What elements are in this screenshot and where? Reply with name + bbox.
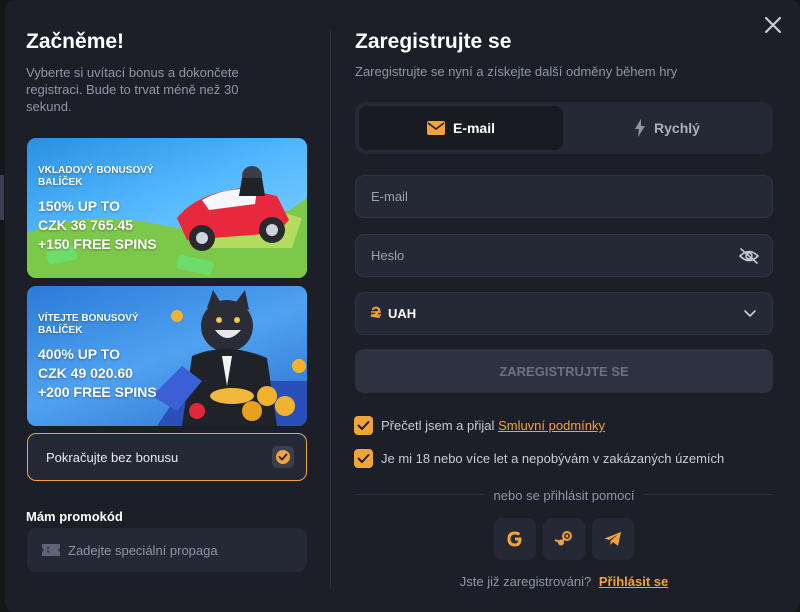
or-login-text: nebo se přihlásit pomocí bbox=[355, 488, 773, 503]
bonus-card-deposit[interactable]: VKLADOVÝ BONUSOVÝ BALÍČEK 150% UP TO CZK… bbox=[27, 138, 307, 278]
bonus-text-deposit: VKLADOVÝ BONUSOVÝ BALÍČEK 150% UP TO CZK… bbox=[38, 165, 178, 254]
bonus-spins: +200 FREE SPINS bbox=[38, 384, 157, 400]
register-method-tabs: E-mail Rychlý bbox=[355, 102, 773, 154]
lightning-icon bbox=[635, 119, 646, 137]
tab-email-label: E-mail bbox=[452, 120, 495, 136]
terms-link[interactable]: Smluvní podmínky bbox=[498, 418, 605, 433]
bonus-offer: 400% UP TO CZK 49 020.60 +200 FREE SPINS bbox=[38, 345, 178, 402]
telegram-icon bbox=[604, 532, 621, 546]
ticket-icon bbox=[42, 544, 60, 556]
bonus-label: VKLADOVÝ BONUSOVÝ BALÍČEK bbox=[38, 165, 154, 188]
promo-field bbox=[27, 528, 307, 572]
email-field bbox=[355, 175, 773, 218]
register-title: Zaregistrujte se bbox=[355, 30, 512, 53]
promo-title: Mám promokód bbox=[26, 509, 123, 524]
telegram-login-button[interactable] bbox=[592, 518, 634, 560]
currency-value: UAH bbox=[388, 306, 417, 321]
bonus-percent: 400% UP TO bbox=[38, 346, 120, 362]
backdrop bbox=[0, 175, 4, 220]
hryvnia-icon bbox=[370, 306, 381, 318]
bonus-panel: Začněme! Vyberte si uvítací bonus a doko… bbox=[5, 0, 330, 612]
registration-modal: Začněme! Vyberte si uvítací bonus a doko… bbox=[5, 0, 800, 612]
bonus-card-welcome[interactable]: VÍTEJTE BONUSOVÝ BALÍČEK 400% UP TO CZK … bbox=[27, 286, 307, 426]
bonus-panel-title: Začněme! bbox=[26, 30, 125, 53]
no-bonus-checkbox[interactable] bbox=[272, 446, 294, 468]
login-row: Jste již zaregistrováni? Přihlásit se bbox=[355, 574, 773, 589]
close-icon[interactable] bbox=[762, 14, 784, 36]
register-button[interactable]: ZAREGISTRUJTE SE bbox=[355, 349, 773, 393]
terms-prefix: Přečetl jsem a přijal bbox=[381, 418, 495, 433]
terms-checkbox[interactable] bbox=[354, 416, 373, 435]
bonus-text-welcome: VÍTEJTE BONUSOVÝ BALÍČEK 400% UP TO CZK … bbox=[38, 313, 178, 402]
bonus-offer: 150% UP TO CZK 36 765.45 +150 FREE SPINS bbox=[38, 197, 178, 254]
already-registered-text: Jste již zaregistrováni? bbox=[459, 574, 592, 589]
bonus-percent: 150% UP TO bbox=[38, 198, 120, 214]
check-icon bbox=[357, 421, 370, 430]
steam-icon bbox=[554, 531, 572, 546]
bonus-spins: +150 FREE SPINS bbox=[38, 236, 157, 252]
google-login-button[interactable] bbox=[494, 518, 536, 560]
promo-code-input[interactable] bbox=[68, 528, 298, 572]
or-login-label: nebo se přihlásit pomocí bbox=[483, 488, 645, 503]
bonus-label: VÍTEJTE BONUSOVÝ BALÍČEK bbox=[38, 313, 139, 336]
password-input[interactable] bbox=[371, 235, 731, 276]
tab-fast[interactable]: Rychlý bbox=[565, 106, 769, 150]
no-bonus-option[interactable]: Pokračujte bez bonusu bbox=[27, 433, 307, 481]
chevron-down-icon bbox=[744, 310, 756, 318]
login-link[interactable]: Přihlásit se bbox=[599, 574, 668, 589]
bonus-panel-description: Vyberte si uvítací bonus a dokončete reg… bbox=[26, 65, 239, 114]
tab-email[interactable]: E-mail bbox=[359, 106, 563, 150]
bonus-amount: CZK 49 020.60 bbox=[38, 365, 133, 381]
password-field bbox=[355, 234, 773, 277]
currency-select[interactable]: UAH bbox=[355, 292, 773, 335]
check-circle-icon bbox=[276, 450, 290, 464]
age-checkbox[interactable] bbox=[354, 449, 373, 468]
check-icon bbox=[357, 454, 370, 463]
eye-off-icon[interactable] bbox=[739, 247, 759, 265]
email-input[interactable] bbox=[371, 176, 731, 217]
column-divider bbox=[330, 30, 331, 590]
steam-login-button[interactable] bbox=[543, 518, 585, 560]
bonus-amount: CZK 36 765.45 bbox=[38, 217, 133, 233]
no-bonus-label: Pokračujte bez bonusu bbox=[46, 450, 179, 465]
google-icon bbox=[507, 531, 522, 547]
tab-fast-label: Rychlý bbox=[654, 120, 700, 136]
age-text: Je mi 18 nebo více let a nepobývám v zak… bbox=[381, 451, 725, 466]
envelope-icon bbox=[426, 121, 445, 135]
terms-text: Přečetl jsem a přijal Smluvní podmínky bbox=[381, 418, 605, 433]
register-subtitle: Zaregistrujte se nyní a získejte další o… bbox=[355, 64, 678, 79]
